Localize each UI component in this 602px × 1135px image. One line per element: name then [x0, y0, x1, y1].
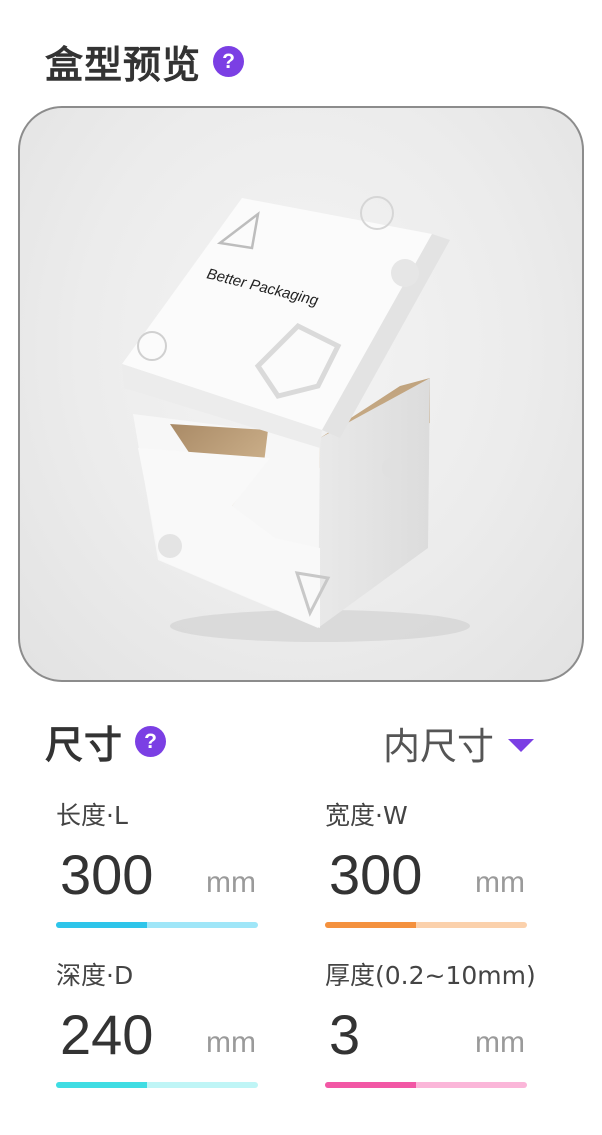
dimension-mode-label: 内尺寸 [383, 725, 494, 768]
depth-label: 深度·D [56, 961, 134, 990]
width-label: 宽度·W [325, 801, 408, 830]
length-unit: mm [206, 866, 256, 899]
box-preview-panel[interactable]: Better Packaging [18, 106, 584, 682]
size-title: 尺寸 [45, 723, 124, 767]
thickness-unit: mm [475, 1026, 525, 1059]
width-unit: mm [475, 866, 525, 899]
depth-underline [56, 1082, 258, 1088]
dimension-mode-dropdown[interactable]: 内尺寸 [383, 716, 534, 770]
width-field[interactable]: 宽度·W 300 mm [325, 796, 527, 928]
preview-title: 盒型预览 [45, 43, 202, 87]
depth-field[interactable]: 深度·D 240 mm [56, 956, 258, 1088]
thickness-field[interactable]: 厚度(0.2~10mm) 3 mm [325, 956, 536, 1088]
question-circle-icon[interactable]: ? [135, 726, 167, 757]
depth-unit: mm [206, 1026, 256, 1059]
length-field[interactable]: 长度·L 300 mm [56, 796, 258, 928]
length-underline [56, 922, 258, 928]
size-section-header: 尺寸 ? [45, 714, 167, 769]
thickness-input[interactable]: 3 [329, 1002, 360, 1067]
question-circle-icon[interactable]: ? [213, 46, 245, 77]
length-label: 长度·L [56, 801, 128, 830]
thickness-underline [325, 1082, 527, 1088]
box-illustration: Better Packaging [122, 196, 470, 642]
thickness-label: 厚度(0.2~10mm) [325, 961, 536, 990]
width-input[interactable]: 300 [329, 842, 422, 907]
depth-input[interactable]: 240 [60, 1002, 153, 1067]
length-input[interactable]: 300 [60, 842, 153, 907]
preview-section-header: 盒型预览 ? [45, 34, 245, 89]
caret-down-icon [508, 738, 534, 752]
width-underline [325, 922, 527, 928]
